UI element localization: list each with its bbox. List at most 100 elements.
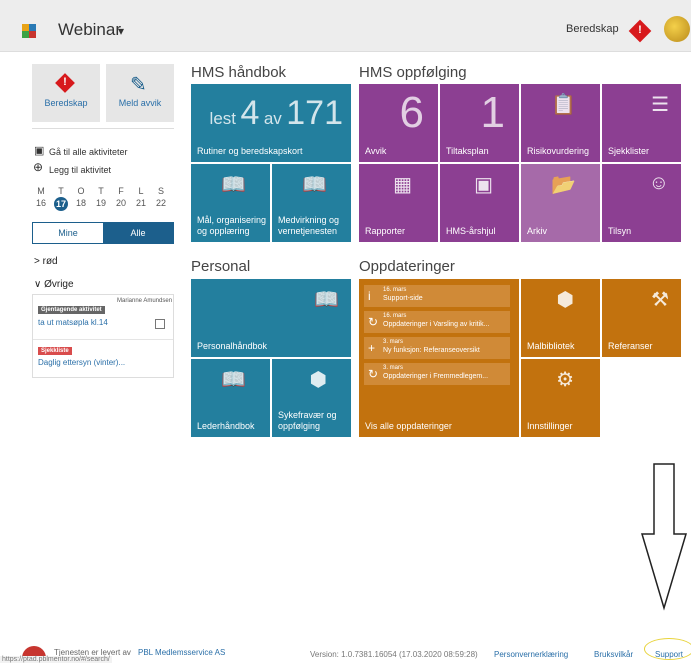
read-progress: lest 4 av 171 xyxy=(210,94,343,133)
hms-oppfolging-heading: HMS oppfølging xyxy=(359,64,467,81)
tiltaksplan-tile[interactable]: 1 Tiltaksplan xyxy=(440,84,519,162)
update-text: Oppdateringer i Varsling av kritik... xyxy=(383,321,490,328)
rutiner-tile[interactable]: lest 4 av 171 Rutiner og beredskapskort xyxy=(191,84,351,162)
day-number[interactable]: 21 xyxy=(134,198,148,208)
sykefravaer-tile[interactable]: ⬢ Sykefravær og oppfølging xyxy=(272,359,351,437)
referanser-tile[interactable]: ⚒ Referanser xyxy=(602,279,681,357)
update-text: Support-side xyxy=(383,295,423,302)
day-number[interactable]: 22 xyxy=(154,198,168,208)
version-text: Version: 1.0.7381.16054 (17.03.2020 08:5… xyxy=(310,650,478,659)
oppdateringer-heading: Oppdateringer xyxy=(359,258,455,275)
refresh-icon: ↻ xyxy=(368,315,379,329)
lest-label: lest xyxy=(209,109,237,128)
checklist-badge: Sjekkliste xyxy=(38,347,72,355)
activity-checkbox[interactable] xyxy=(155,319,165,329)
innstillinger-tile[interactable]: ⚙ Innstillinger xyxy=(521,359,600,437)
lederhandbok-tile[interactable]: 📖 Lederhåndbok xyxy=(191,359,270,437)
gear-icon: ⚙ xyxy=(556,369,574,391)
exclamation-icon: ! xyxy=(638,24,642,36)
group-ovrige[interactable]: ∨ Øvrige xyxy=(34,279,74,290)
personalhandbok-tile[interactable]: 📖 Personalhåndbok xyxy=(191,279,351,357)
refresh-icon: ↻ xyxy=(368,367,379,381)
bruksvilkar-link[interactable]: Bruksvilkår xyxy=(594,650,633,659)
exclamation-icon: ! xyxy=(63,76,67,88)
update-item[interactable]: ↻ 3. mars Oppdateringer i Fremmedlegem..… xyxy=(364,363,510,385)
clipboard-icon: 📋 xyxy=(551,94,576,116)
medvirkning-tile[interactable]: 📖 Medvirkning og vernetjenesten xyxy=(272,164,351,242)
oppdateringer-tile[interactable]: i 16. mars Support-side ↻ 16. mars Oppda… xyxy=(359,279,519,437)
update-date: 16. mars xyxy=(383,313,407,319)
innstillinger-label: Innstillinger xyxy=(527,421,573,431)
av-label: av xyxy=(263,109,282,128)
cube-icon: ⬢ xyxy=(309,369,327,391)
beredskap-button[interactable]: ! Beredskap xyxy=(32,64,100,122)
plus-icon: + xyxy=(368,341,376,355)
app-grid-icon[interactable] xyxy=(22,24,36,38)
day-number[interactable]: 16 xyxy=(34,198,48,208)
update-text: Oppdateringer i Fremmedlegem... xyxy=(383,373,489,380)
beredskap-button-label: Beredskap xyxy=(44,98,88,108)
calendar-icon: ▣ xyxy=(474,174,493,196)
lest-count: 4 xyxy=(240,94,260,132)
maal-tile[interactable]: 📖 Mål, organisering og opplæring xyxy=(191,164,270,242)
avvik-label: Avvik xyxy=(365,146,387,156)
table-icon: ▦ xyxy=(393,174,412,196)
user-avatar-icon[interactable] xyxy=(664,16,690,42)
arkiv-label: Arkiv xyxy=(527,226,547,236)
maal-label: Mål, organisering og opplæring xyxy=(197,215,267,236)
update-date: 3. mars xyxy=(383,365,404,371)
sykefravaer-label: Sykefravær og oppfølging xyxy=(278,410,337,431)
app-title[interactable]: Webinar xyxy=(58,20,121,40)
divider xyxy=(33,339,173,340)
book-icon: 📖 xyxy=(314,289,339,311)
update-text: Ny funksjon: Referanseoversikt xyxy=(383,347,480,354)
status-url: https://ptad.pblmentor.no/#/search/ xyxy=(0,656,112,663)
tilsyn-tile[interactable]: ☺ Tilsyn xyxy=(602,164,681,242)
hammer-icon: ⚒ xyxy=(651,289,669,311)
provider-link[interactable]: PBL Medlemsservice AS xyxy=(138,648,225,657)
update-item[interactable]: + 3. mars Ny funksjon: Referanseoversikt xyxy=(364,337,510,359)
footer: Tjenesten er levert av PBL Medlemsservic… xyxy=(0,638,691,664)
rapporter-tile[interactable]: ▦ Rapporter xyxy=(359,164,438,242)
day-number-today[interactable]: 17 xyxy=(54,197,68,211)
group-rod[interactable]: > rød xyxy=(34,256,58,267)
arkiv-tile[interactable]: 📂 Arkiv xyxy=(521,164,600,242)
day-name: F xyxy=(118,186,124,196)
day-number[interactable]: 18 xyxy=(74,198,88,208)
sjekklister-tile[interactable]: ☰ Sjekklister xyxy=(602,84,681,162)
arshjul-tile[interactable]: ▣ HMS-årshjul xyxy=(440,164,519,242)
meld-avvik-button[interactable]: ✎ Meld avvik xyxy=(106,64,174,122)
activity-item[interactable]: ta ut matsøpla kl.14 xyxy=(38,318,108,327)
activity-item[interactable]: Daglig ettersyn (vinter)... xyxy=(38,358,125,367)
day-name: S xyxy=(157,186,164,196)
personal-heading: Personal xyxy=(191,258,251,275)
avvik-tile[interactable]: 6 Avvik xyxy=(359,84,438,162)
personalhandbok-label: Personalhåndbok xyxy=(197,341,268,351)
risikovurdering-tile[interactable]: 📋 Risikovurdering xyxy=(521,84,600,162)
day-number[interactable]: 19 xyxy=(94,198,108,208)
total-count: 171 xyxy=(286,94,343,132)
day-name: L xyxy=(138,186,144,196)
malbibliotek-label: Malbibliotek xyxy=(527,341,575,351)
folder-open-icon: 📂 xyxy=(551,174,576,196)
chevron-down-icon[interactable]: ▾ xyxy=(118,24,124,38)
toggle-alle[interactable]: Alle xyxy=(103,223,173,243)
malbibliotek-tile[interactable]: ⬢ Malbibliotek xyxy=(521,279,600,357)
hms-handbok-heading: HMS håndbok xyxy=(191,64,287,81)
personvern-link[interactable]: Personvernerklæring xyxy=(494,650,568,659)
cube-icon: ⬢ xyxy=(556,289,574,311)
day-number[interactable]: 20 xyxy=(114,198,128,208)
add-activity-link[interactable]: Legg til aktivitet xyxy=(49,165,111,175)
tilsyn-label: Tilsyn xyxy=(608,226,632,236)
risikovurdering-label: Risikovurdering xyxy=(527,146,590,156)
medvirkning-label: Medvirkning og vernetjenesten xyxy=(278,215,340,236)
info-icon: i xyxy=(368,289,371,303)
update-item[interactable]: ↻ 16. mars Oppdateringer i Varsling av k… xyxy=(364,311,510,333)
toggle-mine[interactable]: Mine xyxy=(33,223,103,243)
referanser-label: Referanser xyxy=(608,341,653,351)
sjekklister-label: Sjekklister xyxy=(608,146,650,156)
beredskap-link[interactable]: Beredskap xyxy=(566,23,619,35)
update-item[interactable]: i 16. mars Support-side xyxy=(364,285,510,307)
goto-all-activities-link[interactable]: Gå til alle aktiviteter xyxy=(49,147,128,157)
update-date: 16. mars xyxy=(383,287,407,293)
